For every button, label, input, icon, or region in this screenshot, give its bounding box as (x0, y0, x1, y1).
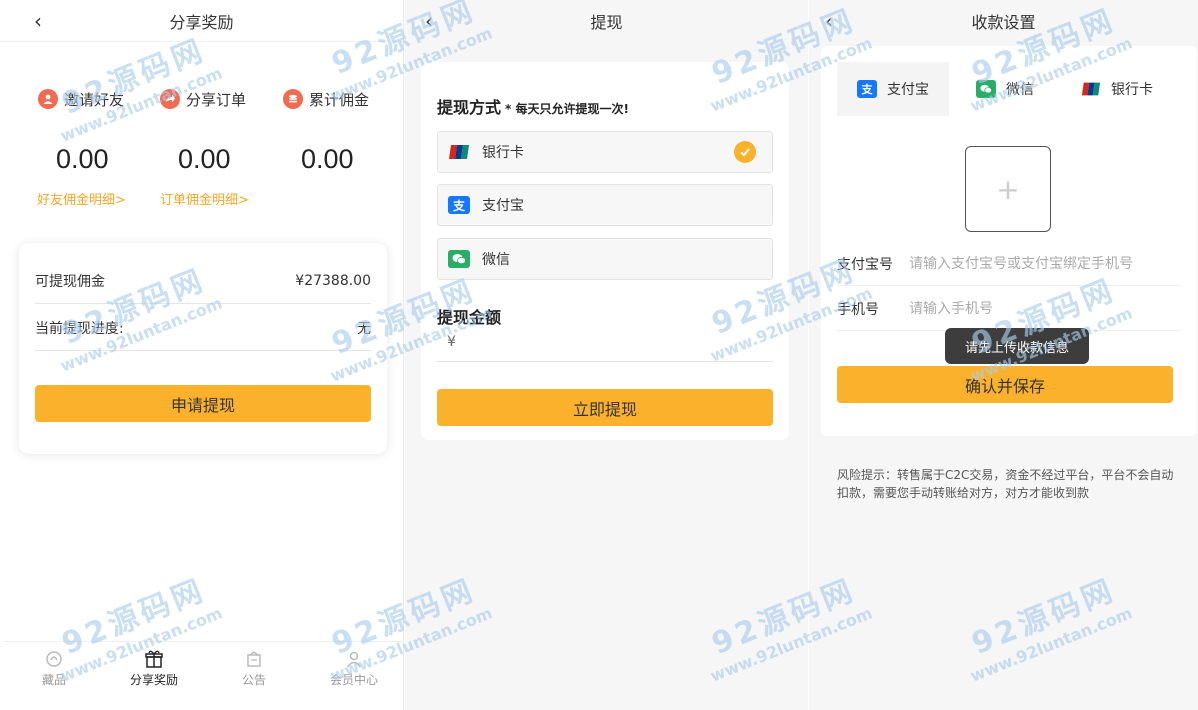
toast-message: 请先上传收款信息 (945, 328, 1089, 364)
stat-total-commission: 累计佣金 0.00 (283, 84, 403, 175)
method-alipay[interactable]: 支 支付宝 (437, 184, 773, 226)
order-commission-link[interactable]: 订单佣金明细> (160, 189, 283, 208)
account-field: 支付宝号 (837, 242, 1181, 286)
bottom-tab-bar: 藏品 分享奖励 公告 会员中心 (4, 641, 403, 695)
method-wechat[interactable]: 微信 (437, 238, 773, 280)
tab-notice[interactable]: 公告 (204, 642, 304, 695)
wechat-icon (976, 80, 996, 98)
tab-share-reward[interactable]: 分享奖励 (104, 642, 204, 695)
tab-bank-card[interactable]: 银行卡 (1061, 62, 1173, 116)
withdraw-screen: ‹ 提现 提现方式 * 每天只允许提现一次! 银行卡 支 支付宝 微信 提现金额… (405, 0, 808, 710)
account-input[interactable] (909, 255, 1169, 272)
tab-alipay[interactable]: 支 支付宝 (837, 62, 949, 116)
tab-collection[interactable]: 藏品 (4, 642, 104, 695)
method-label: 支付宝 (482, 198, 524, 214)
navbar: ‹ 分享奖励 (0, 0, 403, 42)
phone-input[interactable] (909, 300, 1169, 317)
notice-icon (243, 649, 265, 669)
page-title: 提现 (590, 13, 623, 32)
tab-member-center[interactable]: 会员中心 (304, 642, 403, 695)
withdrawable-row: 可提现佣金 ¥27388.00 (35, 258, 371, 304)
phone-label: 手机号 (837, 301, 879, 318)
back-icon[interactable]: ‹ (825, 9, 833, 33)
page-title: 收款设置 (971, 13, 1036, 32)
user-icon (343, 649, 365, 669)
stat-label: 累计佣金 (309, 90, 370, 109)
check-icon (734, 141, 756, 163)
users-icon (38, 89, 58, 109)
gift-icon (143, 649, 165, 669)
back-icon[interactable]: ‹ (425, 9, 433, 33)
back-icon[interactable]: ‹ (34, 9, 42, 33)
amount-title: 提现金额 (437, 308, 502, 327)
unionpay-icon (448, 143, 470, 161)
alipay-icon: 支 (448, 196, 470, 214)
stat-value: 0.00 (301, 144, 354, 174)
stat-label: 邀请好友 (64, 90, 125, 109)
progress-row: 当前提现进度: 无 (35, 305, 371, 351)
navbar: ‹ 收款设置 (809, 0, 1198, 42)
plus-icon: + (996, 172, 1020, 206)
stat-value: 0.00 (56, 144, 109, 174)
risk-notice: 风险提示：转售属于C2C交易，资金不经过平台，平台不会自动扣款，需要您手动转账给… (837, 468, 1174, 500)
submit-withdraw-button[interactable]: 立即提现 (437, 389, 773, 426)
share-reward-screen: ‹ 分享奖励 邀请好友 0.00 好友佣金明细> 分享订单 0.00 订单佣金明… (0, 0, 404, 710)
share-icon (160, 89, 180, 109)
withdrawable-label: 可提现佣金 (35, 273, 105, 290)
progress-value: 无 (357, 320, 371, 337)
friend-commission-link[interactable]: 好友佣金明细> (37, 189, 161, 208)
withdrawable-value: ¥27388.00 (295, 272, 371, 289)
upload-qrcode-button[interactable]: + (965, 146, 1051, 232)
method-label: 银行卡 (482, 145, 524, 161)
stat-label: 分享订单 (186, 90, 247, 109)
stat-share-orders: 分享订单 0.00 订单佣金明细> (160, 84, 283, 208)
method-title: 提现方式 * 每天只允许提现一次! (437, 98, 629, 117)
save-button[interactable]: 确认并保存 (837, 366, 1173, 403)
wechat-icon (448, 250, 470, 268)
stat-invite-friends: 邀请好友 0.00 好友佣金明细> (37, 84, 161, 208)
unionpay-icon (1081, 80, 1101, 98)
payee-settings-screen: ‹ 收款设置 支 支付宝 微信 银行卡 + 支付宝号 请输入支付宝号或支付宝绑定… (809, 0, 1198, 710)
payee-card: 支 支付宝 微信 银行卡 + 支付宝号 手机号 (821, 46, 1197, 436)
withdraw-summary-card: 可提现佣金 ¥27388.00 当前提现进度: 无 申请提现 (19, 243, 387, 454)
phone-field: 手机号 (837, 287, 1181, 331)
apply-withdraw-button[interactable]: 申请提现 (35, 385, 371, 422)
method-bank-card[interactable]: 银行卡 (437, 131, 773, 173)
payment-type-tabs: 支 支付宝 微信 银行卡 (821, 62, 1197, 116)
withdraw-card: 提现方式 * 每天只允许提现一次! 银行卡 支 支付宝 微信 提现金额 ¥ 立即… (421, 62, 789, 440)
coins-icon (283, 89, 303, 109)
navbar: ‹ 提现 (405, 0, 808, 42)
method-label: 微信 (482, 252, 510, 268)
collection-icon (43, 649, 65, 669)
alipay-icon: 支 (857, 80, 877, 98)
progress-label: 当前提现进度: (35, 320, 124, 337)
currency-prefix: ¥ (447, 334, 456, 350)
amount-input[interactable]: ¥ (437, 332, 773, 362)
method-note: * 每天只允许提现一次! (505, 102, 629, 116)
page-title: 分享奖励 (169, 12, 234, 32)
account-label: 支付宝号 (837, 256, 893, 273)
stat-value: 0.00 (178, 144, 231, 174)
tab-wechat[interactable]: 微信 (949, 62, 1061, 116)
